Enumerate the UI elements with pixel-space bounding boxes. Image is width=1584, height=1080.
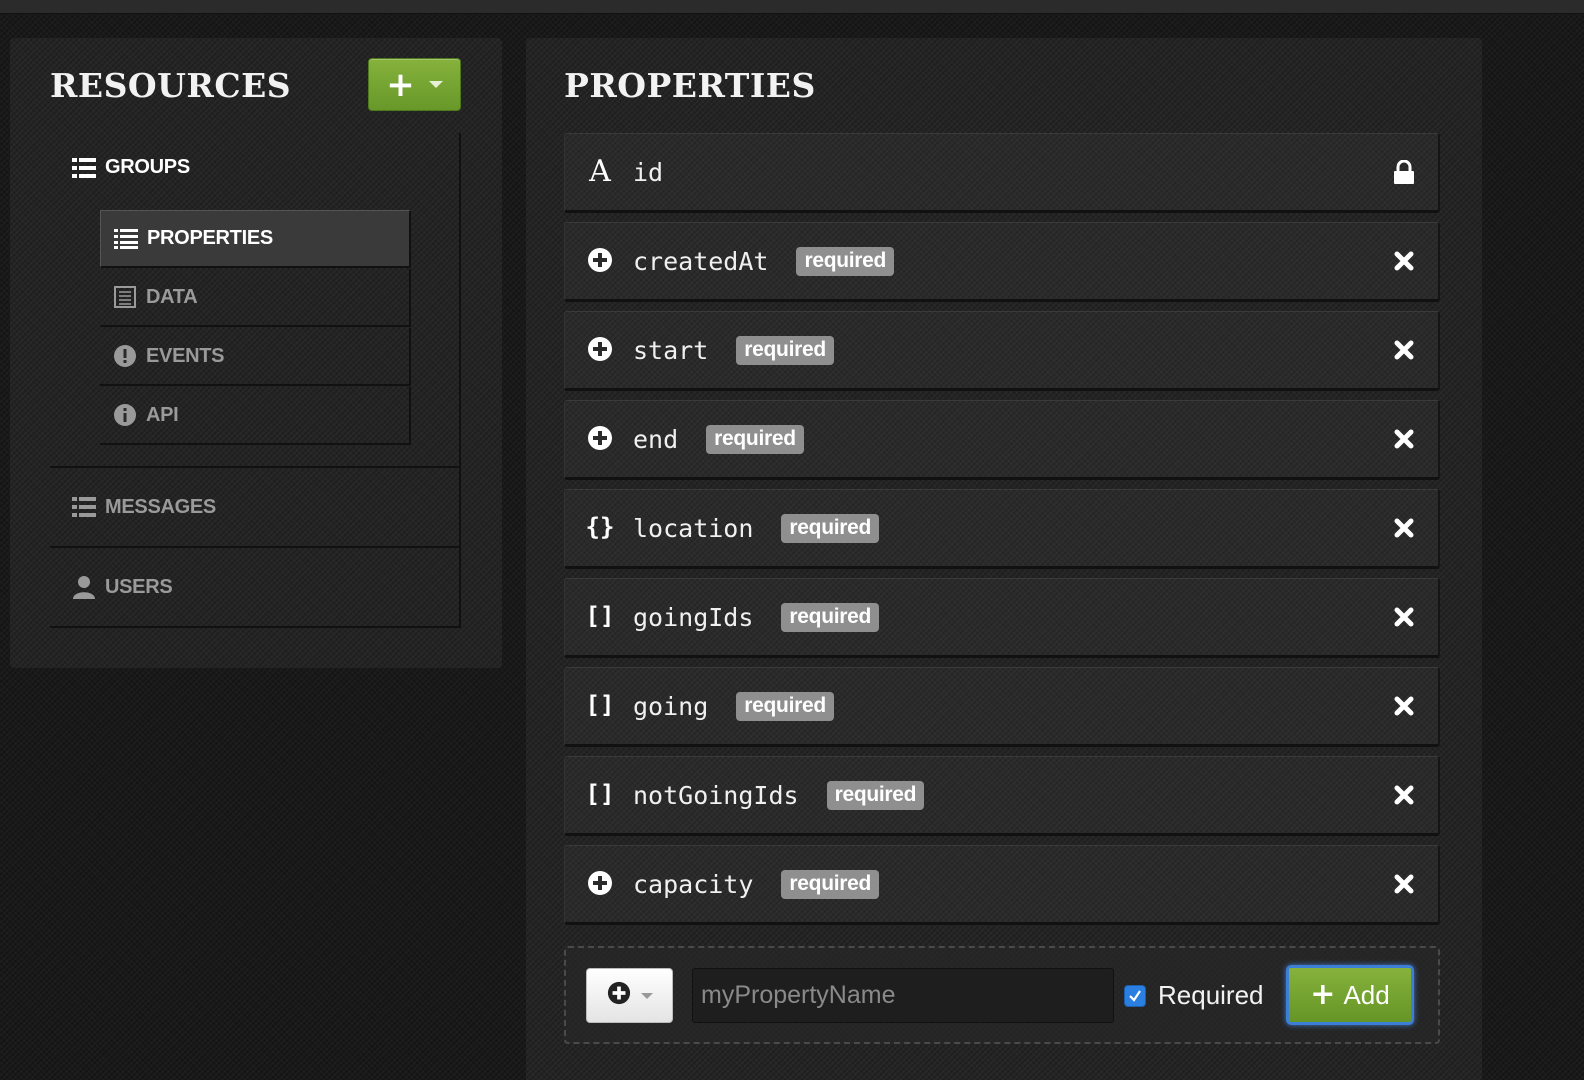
sidebar-item-label: MESSAGES bbox=[105, 495, 216, 518]
sidebar-item-label: EVENTS bbox=[146, 344, 225, 367]
add-button-label: Add bbox=[1343, 979, 1390, 1010]
remove-icon[interactable] bbox=[1388, 601, 1420, 633]
remove-icon[interactable] bbox=[1388, 334, 1420, 366]
add-property-form: Required + Add bbox=[564, 946, 1440, 1044]
sidebar-item-messages[interactable]: MESSAGES bbox=[50, 468, 461, 548]
required-badge: required bbox=[736, 692, 834, 721]
property-row[interactable]: [] goingIds required bbox=[564, 578, 1440, 658]
remove-icon[interactable] bbox=[1388, 779, 1420, 811]
property-row[interactable]: {} location required bbox=[564, 489, 1440, 569]
property-name-input[interactable] bbox=[692, 968, 1114, 1023]
info-icon bbox=[113, 404, 137, 426]
array-icon: [] bbox=[585, 780, 615, 808]
nav-groups-label: GROUPS bbox=[105, 156, 190, 178]
remove-icon[interactable] bbox=[1388, 690, 1420, 722]
property-row[interactable]: createdAt required bbox=[564, 222, 1440, 302]
number-icon bbox=[607, 981, 631, 1010]
sidebar-item-api[interactable]: API bbox=[100, 387, 411, 445]
required-badge: required bbox=[826, 781, 925, 810]
chevron-down-icon bbox=[640, 992, 653, 999]
required-checkbox[interactable] bbox=[1124, 985, 1146, 1007]
add-property-button[interactable]: + Add bbox=[1286, 965, 1414, 1025]
property-row[interactable]: [] going required bbox=[564, 667, 1440, 747]
property-name: goingIds bbox=[633, 603, 754, 632]
required-badge: required bbox=[781, 603, 880, 632]
number-icon bbox=[585, 423, 615, 453]
table-icon bbox=[113, 286, 137, 308]
list-icon bbox=[72, 496, 96, 518]
sidebar-item-label: PROPERTIES bbox=[147, 227, 273, 249]
properties-panel: PROPERTIES A id createdAt required start… bbox=[526, 38, 1482, 1080]
plus-icon: + bbox=[386, 64, 415, 105]
list-icon bbox=[72, 157, 96, 179]
required-badge: required bbox=[706, 425, 804, 454]
list-icon bbox=[114, 228, 138, 250]
property-row[interactable]: start required bbox=[564, 311, 1440, 391]
add-resource-button[interactable]: + bbox=[368, 58, 461, 111]
sidebar-item-label: API bbox=[146, 403, 179, 426]
nav-groups[interactable]: GROUPS bbox=[72, 156, 190, 179]
remove-icon[interactable] bbox=[1388, 423, 1420, 455]
user-icon bbox=[72, 576, 96, 599]
lock-icon bbox=[1388, 156, 1420, 188]
remove-icon[interactable] bbox=[1388, 868, 1420, 900]
property-name: createdAt bbox=[633, 247, 769, 276]
top-bar bbox=[0, 0, 1584, 14]
property-name: start bbox=[633, 336, 709, 365]
property-name: id bbox=[633, 158, 664, 187]
sidebar-item-label: USERS bbox=[105, 575, 173, 598]
exclamation-icon bbox=[113, 345, 137, 367]
property-row[interactable]: [] notGoingIds required bbox=[564, 756, 1440, 836]
object-icon: {} bbox=[585, 513, 615, 541]
number-icon bbox=[585, 245, 615, 275]
property-name: going bbox=[633, 692, 709, 721]
sidebar-item-data[interactable]: DATA bbox=[100, 269, 411, 327]
chevron-down-icon bbox=[428, 81, 443, 88]
array-icon: [] bbox=[585, 602, 615, 630]
property-row[interactable]: A id bbox=[564, 133, 1440, 213]
property-row[interactable]: capacity required bbox=[564, 845, 1440, 925]
string-icon: A bbox=[589, 153, 611, 189]
sidebar-item-properties[interactable]: PROPERTIES bbox=[100, 210, 411, 268]
plus-icon: + bbox=[1310, 977, 1336, 1012]
property-row[interactable]: end required bbox=[564, 400, 1440, 480]
sidebar-item-label: DATA bbox=[146, 285, 198, 308]
required-badge: required bbox=[796, 247, 895, 276]
property-type-select[interactable] bbox=[586, 968, 673, 1023]
resources-title: RESOURCES bbox=[50, 66, 292, 105]
resources-panel: RESOURCES + GROUPS PROPERTIES DATA EVENT… bbox=[10, 38, 502, 668]
sidebar-item-users[interactable]: USERS bbox=[50, 548, 461, 628]
property-name: end bbox=[633, 425, 679, 454]
required-badge: required bbox=[781, 514, 880, 543]
array-icon: [] bbox=[585, 691, 615, 719]
property-name: capacity bbox=[633, 870, 754, 899]
remove-icon[interactable] bbox=[1388, 245, 1420, 277]
number-icon bbox=[585, 868, 615, 898]
sidebar-item-events[interactable]: EVENTS bbox=[100, 328, 411, 386]
property-name: location bbox=[633, 514, 754, 543]
property-name: notGoingIds bbox=[633, 781, 799, 810]
properties-title: PROPERTIES bbox=[564, 66, 816, 105]
required-label: Required bbox=[1158, 980, 1264, 1010]
required-badge: required bbox=[781, 870, 880, 899]
number-icon bbox=[585, 334, 615, 364]
remove-icon[interactable] bbox=[1388, 512, 1420, 544]
required-badge: required bbox=[736, 336, 834, 365]
